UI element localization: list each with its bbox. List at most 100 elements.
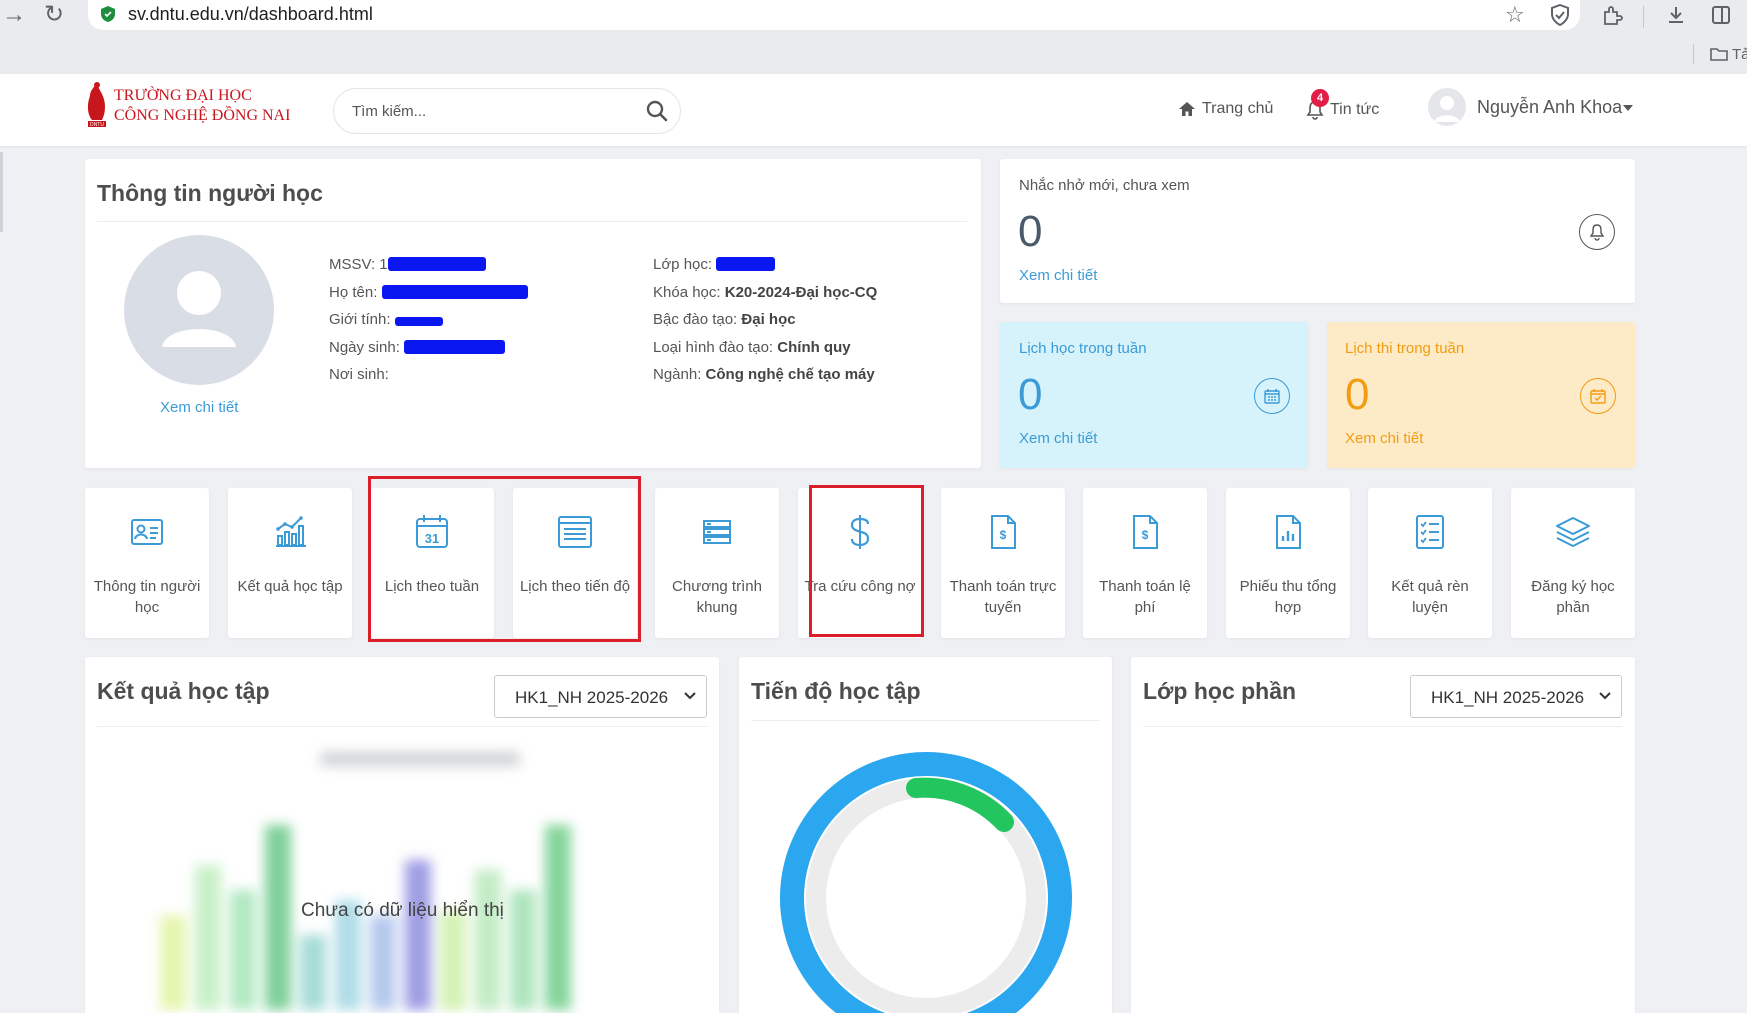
weekly-exams-count: 0 [1345, 370, 1370, 419]
dntu-logo-icon[interactable]: DNTU [84, 80, 110, 130]
user-menu-caret-icon[interactable] [1623, 105, 1633, 111]
sidebar-edge [0, 152, 3, 232]
reload-icon[interactable]: ↻ [44, 2, 64, 28]
tile-academic-results[interactable]: Kết quả học tập [228, 488, 352, 638]
svg-text:$: $ [1142, 528, 1149, 542]
tile-label: Thông tin người học [93, 578, 201, 616]
tile-label: Kết quả rèn luyện [1391, 578, 1469, 616]
download-icon[interactable] [1665, 4, 1687, 26]
student-avatar [124, 235, 274, 385]
tile-label: Thanh toán lệ phí [1099, 578, 1191, 616]
sections-semester-select[interactable]: HK1_NH 2025-2026 [1410, 675, 1622, 718]
progress-donut-chart [780, 752, 1072, 1013]
bookmark-folder-icon[interactable] [1710, 46, 1728, 62]
url-text[interactable]: sv.dntu.edu.vn/dashboard.html [128, 4, 373, 25]
blurred-placeholder-chart [160, 752, 571, 1010]
tile-fee-payment[interactable]: $ Thanh toán lệ phí [1083, 488, 1207, 638]
pob-row: Nơi sinh: [329, 366, 389, 383]
user-silhouette-icon [162, 271, 236, 347]
nav-home-label: Trang chủ [1202, 100, 1274, 117]
card-divider [1143, 726, 1622, 727]
home-icon [1179, 102, 1195, 116]
extensions-puzzle-icon[interactable] [1601, 4, 1623, 26]
level-label: Bậc đào tạo: [653, 311, 738, 328]
chevron-down-icon [684, 692, 696, 700]
search-icon[interactable] [646, 100, 668, 122]
school-name[interactable]: TRƯỜNG ĐẠI HỌC CÔNG NGHỆ ĐỒNG NAI [114, 86, 290, 126]
major-value: Công nghệ chế tạo máy [705, 366, 875, 383]
user-name[interactable]: Nguyễn Anh Khoa [1477, 97, 1622, 118]
search-input[interactable] [352, 99, 622, 123]
chevron-down-icon [1599, 692, 1611, 700]
tile-curriculum-framework[interactable]: Chương trình khung [655, 488, 779, 638]
mssv-value: 1 [379, 256, 388, 273]
redacted-mask [381, 285, 528, 299]
calendar-glyph [1264, 389, 1280, 404]
level-row: Bậc đào tạo: Đại học [653, 311, 796, 328]
name-row: Họ tên: [329, 284, 528, 301]
tile-summary-receipt[interactable]: Phiếu thu tổng hợp [1226, 488, 1350, 638]
tile-conduct-results[interactable]: Kết quả rèn luyện [1368, 488, 1492, 638]
bar-chart-icon [276, 516, 306, 547]
name-label: Họ tên: [329, 284, 378, 301]
weekly-exams-view-detail-link[interactable]: Xem chi tiết [1345, 430, 1423, 447]
logo-badge-text: DNTU [90, 122, 104, 128]
major-row: Ngành: Công nghệ chế tạo máy [653, 366, 875, 383]
learning-progress-title: Tiến độ học tập [751, 678, 921, 704]
nav-news-label: Tin tức [1330, 101, 1380, 118]
tile-label: Kết quả học tập [237, 578, 343, 595]
weekly-schedule-view-detail-link[interactable]: Xem chi tiết [1019, 430, 1097, 447]
course-row: Khóa học: K20-2024-Đại học-CQ [653, 284, 877, 301]
highlight-box-schedules [368, 476, 641, 642]
shield-extension-icon[interactable] [1550, 4, 1570, 26]
tile-label: Đăng ký học phần [1531, 578, 1615, 616]
nav-home-link[interactable]: Trang chủ [1178, 100, 1273, 118]
class-label: Lớp học: [653, 256, 713, 273]
svg-text:$: $ [1000, 528, 1007, 542]
reminders-view-detail-link[interactable]: Xem chi tiết [1019, 267, 1097, 284]
checklist-icon [1416, 515, 1444, 549]
tile-student-info[interactable]: Thông tin người học [85, 488, 209, 638]
redacted-mask [404, 340, 506, 354]
mssv-row: MSSV: 1 [329, 256, 486, 273]
exam-calendar-check-icon[interactable] [1580, 378, 1616, 414]
highlight-box-debt-lookup [809, 485, 924, 637]
academic-results-title: Kết quả học tập [97, 678, 270, 704]
id-card-icon [131, 519, 163, 545]
invoice-dollar-icon: $ [991, 515, 1016, 549]
course-sections-title: Lớp học phần [1143, 678, 1297, 704]
user-avatar[interactable] [1428, 88, 1466, 126]
layers-icon [1556, 517, 1590, 547]
toolbar-divider [1643, 6, 1644, 28]
side-panel-icon[interactable] [1710, 4, 1732, 26]
card-divider [97, 726, 707, 727]
weekly-schedule-label: Lịch học trong tuần [1019, 340, 1147, 357]
tile-label: Thanh toán trực tuyến [949, 578, 1057, 616]
secure-shield-icon[interactable] [100, 5, 116, 23]
reminders-label: Nhắc nhở mới, chưa xem [1019, 177, 1190, 194]
document-chart-icon [1276, 515, 1301, 549]
card-divider [97, 221, 967, 222]
results-semester-select[interactable]: HK1_NH 2025-2026 [494, 675, 707, 718]
bookmark-folder-label[interactable]: Tả [1732, 46, 1747, 63]
star-bookmark-icon[interactable]: ☆ [1505, 2, 1525, 28]
level-value: Đại học [741, 311, 796, 328]
redacted-mask [716, 257, 776, 271]
training-type-label: Loại hình đào tạo: [653, 339, 774, 356]
tile-label: Phiếu thu tổng hợp [1239, 578, 1337, 616]
training-type-row: Loại hình đào tạo: Chính quy [653, 339, 851, 356]
bookmark-divider [1693, 44, 1694, 64]
back-arrow-icon[interactable]: → [2, 2, 26, 28]
student-view-detail-link[interactable]: Xem chi tiết [160, 399, 238, 416]
browser-toolbar: → ↻ sv.dntu.edu.vn/dashboard.html ☆ Tả [0, 0, 1747, 74]
course-label: Khóa học: [653, 284, 721, 301]
training-type-value: Chính quy [777, 339, 851, 356]
sections-semester-value: HK1_NH 2025-2026 [1431, 688, 1585, 707]
reminder-bell-icon[interactable] [1579, 214, 1615, 250]
schedule-calendar-icon[interactable] [1254, 378, 1290, 414]
tile-course-registration[interactable]: Đăng ký học phần [1511, 488, 1635, 638]
bell-glyph [1589, 224, 1605, 241]
mssv-label: MSSV: [329, 256, 376, 273]
tile-online-payment[interactable]: $ Thanh toán trực tuyến [941, 488, 1065, 638]
school-name-line1: TRƯỜNG ĐẠI HỌC [114, 87, 252, 104]
